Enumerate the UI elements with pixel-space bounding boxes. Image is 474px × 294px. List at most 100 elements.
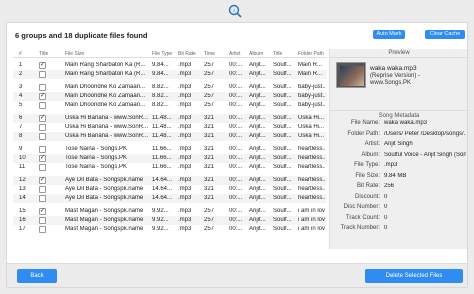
row-folder: i am in love (298, 226, 325, 232)
row-checkbox[interactable]: ✓ (39, 208, 46, 215)
row-file-name: Main Rang Sharbaton Ka (R... (65, 62, 146, 68)
table-row[interactable]: 10 Tose Naina - Songs.PK 11.66... .mp3 321 00… (13, 154, 327, 163)
title-bar: ♪ (0, 0, 474, 22)
table-row[interactable]: 2 Main Rang Sharbaton Ka (R... 9.84... .mp3… (13, 70, 327, 79)
row-time: 00:... (229, 84, 243, 90)
row-checkbox[interactable]: ✓ (39, 177, 46, 184)
row-folder: heartless... (298, 177, 325, 183)
metadata-label: File Name: (350, 120, 380, 126)
row-number: 6 (19, 115, 23, 121)
row-folder: heartless... (298, 195, 325, 201)
row-bit-rate: 321 (204, 124, 215, 130)
row-checkbox[interactable]: ✓ (39, 155, 46, 162)
row-file-name: Aye Dil Bata - Songspk.name (65, 186, 144, 192)
table-row[interactable]: 3 Main Dhoondne Ko Zamaan... 8.82... .mp3 25… (13, 83, 327, 92)
row-bit-rate: 257 (204, 226, 215, 232)
row-file-name: Main Dhoondne Ko Zamaan... (65, 93, 146, 99)
duplicates-table: # Title File Size File Type Bit Rate Tim… (13, 49, 327, 249)
column-header-time[interactable]: Time (204, 51, 224, 57)
row-bit-rate: 321 (204, 186, 215, 192)
row-number: 15 (19, 208, 26, 214)
row-bit-rate: 257 (204, 217, 215, 223)
row-checkbox[interactable] (39, 164, 46, 171)
back-button[interactable]: Back (17, 269, 57, 283)
main-window: 6 groups and 18 duplicate files found Au… (6, 22, 468, 288)
row-file-name: Main Dhoondne Ko Zamaan... (65, 84, 146, 90)
row-checkbox[interactable] (39, 195, 46, 202)
table-row[interactable]: 8 Uska Hi Banana - www.SonR... 11.48... .mp… (13, 132, 327, 141)
metadata-label: Track Count: (345, 214, 380, 221)
album-cover-image (336, 62, 366, 88)
table-row[interactable]: 14 Aye Dil Bata - Songspk.name 14.64... .mp… (13, 194, 327, 203)
row-checkbox[interactable] (39, 102, 46, 109)
row-time: 00:... (229, 186, 243, 192)
row-bit-rate: 257 (204, 93, 215, 99)
table-row[interactable]: 4 Main Dhoondne Ko Zamaan... 8.82... .mp3 25… (13, 92, 327, 101)
row-checkbox[interactable] (39, 226, 46, 233)
table-row[interactable]: 1 Main Rang Sharbaton Ka (R... 9.84... .mp3… (13, 61, 327, 70)
row-checkbox[interactable]: ✓ (39, 62, 46, 69)
auto-mark-button[interactable]: Auto Mark (373, 30, 405, 39)
table-row[interactable]: 17 Mast Magan - Songspk.name 9.92... .mp3 25… (13, 225, 327, 234)
metadata-value: 0 (384, 193, 388, 200)
row-file-type: .mp3 (178, 164, 192, 170)
column-header-album[interactable]: Album (249, 51, 270, 57)
row-file-type: .mp3 (178, 133, 192, 139)
summary-text: 6 groups and 18 duplicate files found (15, 31, 148, 40)
row-folder: heartless... (298, 164, 325, 170)
column-header-number[interactable]: # (19, 51, 33, 57)
row-checkbox[interactable] (39, 124, 46, 131)
row-time: 00:... (229, 93, 243, 99)
column-header-bit-rate[interactable]: Bit Rate (178, 51, 202, 57)
row-folder: heartless... (298, 186, 325, 192)
row-number: 9 (19, 146, 23, 152)
row-album: Soulf... (273, 186, 292, 192)
delete-selected-files-button[interactable]: Delete Selected Files (365, 269, 463, 283)
row-file-name: Tose Naina - Songs.PK (65, 155, 128, 161)
table-row[interactable]: 5 Main Dhoondne Ko Zamaan... 8.82... .mp3 25… (13, 101, 327, 110)
row-number: 5 (19, 102, 23, 108)
row-file-size: 11.48... (152, 115, 172, 121)
row-folder: Main R... (298, 62, 323, 68)
row-file-name: Main Rang Sharbaton Ka (R... (65, 71, 146, 77)
column-header-title[interactable]: Title (39, 51, 63, 57)
table-row[interactable]: 13 Aye Dil Bata - Songspk.name 14.64... .mp… (13, 185, 327, 194)
row-file-name: Mast Magan - Songspk.name (65, 226, 144, 232)
row-file-size: 11.48... (152, 133, 172, 139)
table-row[interactable]: 7 Uska Hi Banana - www.SonR... 11.48... .mp… (13, 123, 327, 132)
row-folder: Uska Hi... (298, 133, 325, 139)
row-bit-rate: 321 (204, 155, 215, 161)
table-row[interactable]: 11 Tose Naina - Songs.PK 11.66... .mp3 321 00… (13, 163, 327, 172)
clear-cache-button[interactable]: Clear Cache (425, 30, 465, 39)
row-bit-rate: 257 (204, 84, 215, 90)
metadata-label: Folder Path: (347, 130, 380, 137)
row-checkbox[interactable] (39, 71, 46, 78)
row-checkbox[interactable] (39, 186, 46, 193)
column-header-folder-path[interactable]: Folder Path (298, 51, 325, 57)
row-checkbox[interactable]: ✓ (39, 115, 46, 122)
table-row[interactable]: 9 Tose Naina - Songs.PK 11.66... .mp3 321 00:… (13, 145, 327, 154)
table-row[interactable]: 6 Uska Hi Banana - www.SonR... 11.48... .mp… (13, 114, 327, 123)
row-checkbox[interactable]: ✓ (39, 93, 46, 100)
table-row[interactable]: 12 Aye Dil Bata - Songspk.name 14.64... .mp… (13, 176, 327, 185)
row-album: Soulf... (273, 155, 292, 161)
row-checkbox[interactable] (39, 217, 46, 224)
table-row[interactable]: 15 Mast Magan - Songspk.name 9.92... .mp3 25… (13, 207, 327, 216)
row-checkbox[interactable] (39, 84, 46, 91)
row-number: 13 (19, 186, 26, 192)
row-album: Soulf... (273, 208, 292, 214)
row-artist: Arijit... (249, 133, 266, 139)
row-checkbox[interactable] (39, 133, 46, 140)
row-bit-rate: 257 (204, 71, 215, 77)
row-file-type: .mp3 (178, 146, 192, 152)
column-header-title-2[interactable]: Title (273, 51, 295, 57)
column-header-file-type[interactable]: File Type (152, 51, 176, 57)
row-file-type: .mp3 (178, 155, 192, 161)
column-header-artist[interactable]: Artist (229, 51, 245, 57)
table-row[interactable]: 16 Mast Magan - Songspk.name 9.92... .mp3 25… (13, 216, 327, 225)
metadata-value: 0 (384, 225, 388, 231)
column-header-file-size[interactable]: File Size (65, 51, 149, 57)
row-checkbox[interactable] (39, 146, 46, 153)
row-artist: Arijit... (249, 186, 266, 192)
row-file-type: .mp3 (178, 177, 192, 183)
